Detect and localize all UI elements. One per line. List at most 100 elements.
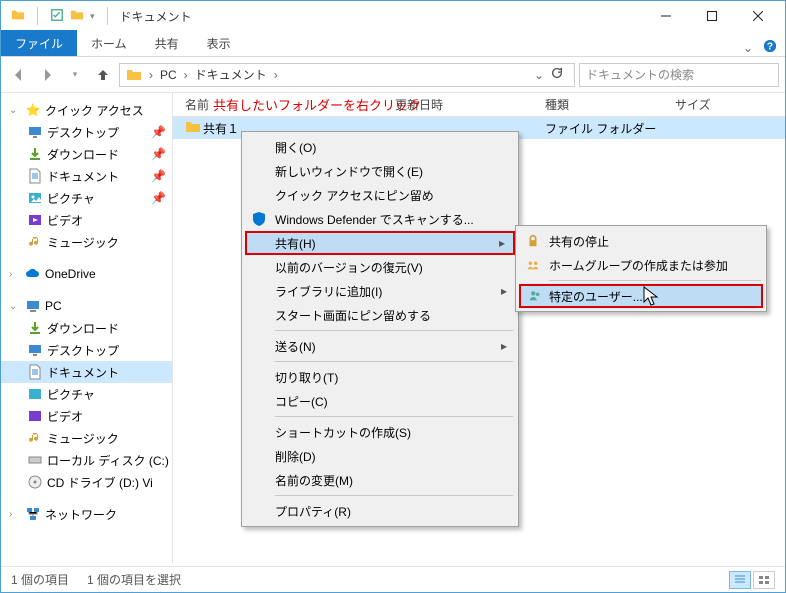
menu-previous-versions[interactable]: 以前のバージョンの復元(V) [245,255,515,279]
users-icon [527,288,543,304]
picture-icon [27,190,43,206]
tree-pc-music[interactable]: ミュージック [1,427,172,449]
pin-icon: 📌 [151,125,166,139]
music-icon [27,430,43,446]
menu-copy[interactable]: コピー(C) [245,389,515,413]
music-icon [27,234,43,250]
close-button[interactable] [735,1,781,31]
tab-home[interactable]: ホーム [77,30,141,56]
chevron-right-icon[interactable]: › [271,68,281,82]
tree-cd-drive[interactable]: CD ドライブ (D:) Vi [1,471,172,493]
ribbon-help: ⌄ ? [743,39,785,56]
address-bar[interactable]: › PC › ドキュメント › ⌄ [119,63,575,87]
menu-send-to[interactable]: 送る(N)▸ [245,334,515,358]
window-title: ドキュメント [120,8,192,25]
tree-quick-access[interactable]: ⌄⭐クイック アクセス [1,99,172,121]
menu-properties[interactable]: プロパティ(R) [245,499,515,523]
separator [37,7,38,25]
breadcrumb-documents[interactable]: ドキュメント [191,66,271,83]
chevron-right-icon[interactable]: › [146,68,156,82]
video-icon [27,408,43,424]
quick-access-toolbar: ▾ [5,7,114,25]
properties-icon[interactable] [50,8,64,25]
new-folder-icon[interactable] [70,8,84,25]
computer-icon [25,298,41,314]
tree-desktop[interactable]: デスクトップ📌 [1,121,172,143]
breadcrumb-pc[interactable]: PC [156,68,181,82]
tree-pc-downloads[interactable]: ダウンロード [1,317,172,339]
expand-ribbon-icon[interactable]: ⌄ [743,41,753,55]
status-item-count: 1 個の項目 [11,571,69,588]
tree-videos[interactable]: ビデオ [1,209,172,231]
chevron-right-icon: ▸ [499,236,505,250]
status-bar: 1 個の項目 1 個の項目を選択 [1,566,785,592]
maximize-button[interactable] [689,1,735,31]
navigation-tree[interactable]: ⌄⭐クイック アクセス デスクトップ📌 ダウンロード📌 ドキュメント📌 ピクチャ… [1,93,173,563]
download-icon [27,320,43,336]
submenu-specific-users[interactable]: 特定のユーザー... [519,284,763,308]
file-type: ファイル フォルダー [545,120,675,137]
minimize-button[interactable] [643,1,689,31]
tree-onedrive[interactable]: ›OneDrive [1,263,172,285]
title-bar: ▾ ドキュメント [1,1,785,31]
ribbon-tabs: ファイル ホーム 共有 表示 ⌄ ? [1,31,785,57]
forward-button[interactable] [35,63,59,87]
view-icons-button[interactable] [753,571,775,589]
desktop-icon [27,124,43,140]
disc-icon [27,474,43,490]
folder-icon [122,67,146,83]
share-submenu: 共有の停止 ホームグループの作成または参加 特定のユーザー... [515,225,767,312]
menu-share[interactable]: 共有(H)▸ [245,231,515,255]
menu-pin-start[interactable]: スタート画面にピン留めする [245,303,515,327]
document-icon [27,168,43,184]
tree-pictures[interactable]: ピクチャ📌 [1,187,172,209]
tree-pc-desktop[interactable]: デスクトップ [1,339,172,361]
menu-create-shortcut[interactable]: ショートカットの作成(S) [245,420,515,444]
folder-icon [185,119,203,138]
tree-pc-videos[interactable]: ビデオ [1,405,172,427]
pin-icon: 📌 [151,191,166,205]
menu-delete[interactable]: 削除(D) [245,444,515,468]
menu-pin-quick-access[interactable]: クイック アクセスにピン留め [245,183,515,207]
submenu-homegroup[interactable]: ホームグループの作成または参加 [519,253,763,277]
menu-defender-scan[interactable]: Windows Defender でスキャンする... [245,207,515,231]
chevron-right-icon: ▸ [501,284,507,298]
tab-share[interactable]: 共有 [141,30,193,56]
picture-icon [27,386,43,402]
menu-add-library[interactable]: ライブラリに追加(I)▸ [245,279,515,303]
tree-music[interactable]: ミュージック [1,231,172,253]
drive-icon [27,452,43,468]
recent-dropdown[interactable]: ▾ [63,63,87,87]
menu-separator [275,330,513,331]
column-type[interactable]: 種類 [545,96,675,113]
status-selected-count: 1 個の項目を選択 [87,571,181,588]
menu-open-new-window[interactable]: 新しいウィンドウで開く(E) [245,159,515,183]
tree-network[interactable]: ›ネットワーク [1,503,172,525]
menu-cut[interactable]: 切り取り(T) [245,365,515,389]
tree-downloads[interactable]: ダウンロード📌 [1,143,172,165]
tree-documents[interactable]: ドキュメント📌 [1,165,172,187]
menu-rename[interactable]: 名前の変更(M) [245,468,515,492]
tree-local-disk[interactable]: ローカル ディスク (C:) [1,449,172,471]
menu-separator [275,495,513,496]
column-size[interactable]: サイズ [675,96,785,113]
refresh-icon[interactable] [546,66,568,83]
submenu-stop-sharing[interactable]: 共有の停止 [519,229,763,253]
back-button[interactable] [7,63,31,87]
pin-icon: 📌 [151,169,166,183]
address-dropdown-icon[interactable]: ⌄ [534,68,544,82]
tree-pc-pictures[interactable]: ピクチャ [1,383,172,405]
qat-dropdown-icon[interactable]: ▾ [90,11,95,22]
chevron-right-icon[interactable]: › [181,68,191,82]
annotation-text: 共有したいフォルダーを右クリック [213,95,421,114]
tree-pc[interactable]: ⌄PC [1,295,172,317]
file-tab[interactable]: ファイル [1,30,77,56]
view-details-button[interactable] [729,571,751,589]
help-icon[interactable]: ? [763,39,777,56]
up-button[interactable] [91,63,115,87]
tab-view[interactable]: 表示 [193,30,245,56]
tree-pc-documents[interactable]: ドキュメント [1,361,172,383]
menu-open[interactable]: 開く(O) [245,135,515,159]
search-input[interactable]: ドキュメントの検索 [579,63,779,87]
video-icon [27,212,43,228]
